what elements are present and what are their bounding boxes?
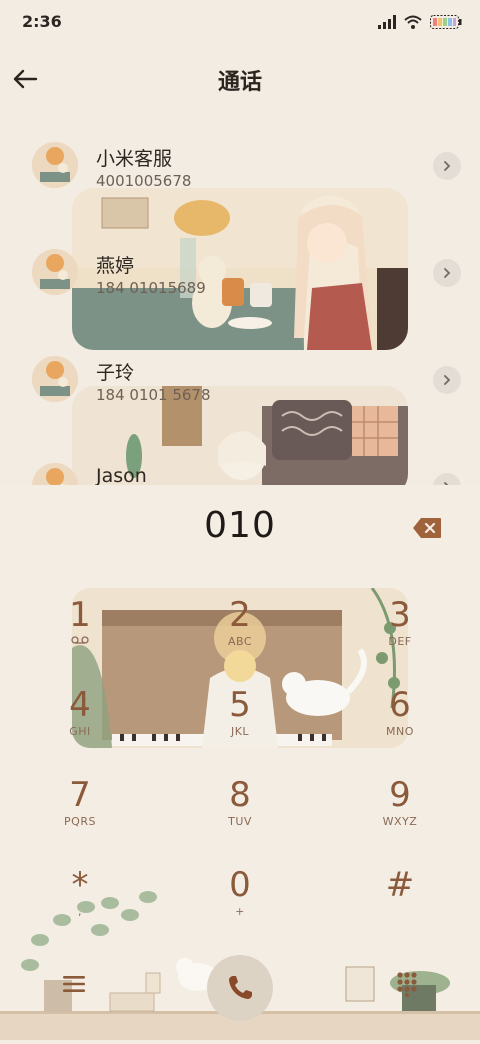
- key-letters: ABC: [227, 635, 253, 648]
- key-letters: JKL: [230, 725, 250, 738]
- header: 通话: [0, 52, 480, 108]
- avatar: [32, 356, 78, 402]
- key-digit: 6: [389, 685, 411, 725]
- page-title: 通话: [217, 70, 262, 95]
- contact-name: Jason: [96, 465, 147, 485]
- contact-number: 184 01015689: [96, 279, 206, 297]
- call-button[interactable]: [207, 955, 273, 1021]
- key-letters: MNO: [386, 725, 414, 738]
- key-letters: GHI: [69, 725, 91, 738]
- contact-number: 184 0101 5678: [96, 386, 211, 404]
- wifi-icon: [404, 15, 422, 29]
- dial-key-3[interactable]: 3 DEF: [340, 595, 460, 679]
- dial-key-8[interactable]: 8 TUV: [180, 775, 300, 859]
- detail-button[interactable]: [433, 473, 461, 485]
- menu-icon[interactable]: [60, 973, 88, 995]
- key-letters: WXYZ: [382, 815, 418, 828]
- key-letters: DEF: [388, 635, 412, 648]
- chevron-right-icon: [444, 375, 451, 385]
- call-log-item[interactable]: 燕婷 184 01015689: [0, 227, 480, 334]
- key-digit: 4: [69, 685, 91, 725]
- call-log-item[interactable]: 子玲 184 0101 5678: [0, 334, 480, 441]
- avatar: [32, 249, 78, 295]
- contact-number: 4001005678: [96, 172, 192, 190]
- dial-key-9[interactable]: 9 WXYZ: [340, 775, 460, 859]
- key-digit: 3: [389, 595, 411, 635]
- dial-key-5[interactable]: 5 JKL: [180, 685, 300, 769]
- signal-icon: [378, 15, 396, 29]
- dialpad-icon[interactable]: [395, 971, 419, 997]
- status-icons: [378, 14, 462, 30]
- dial-key-6[interactable]: 6 MNO: [340, 685, 460, 769]
- key-letters: PQRS: [64, 815, 96, 828]
- call-log-list[interactable]: 小米客服 4001005678 燕婷 184 01015689 子玲 184 0…: [0, 120, 480, 485]
- phone-icon: [229, 976, 252, 999]
- status-bar: 2:36: [0, 0, 480, 44]
- call-log-item[interactable]: 小米客服 4001005678: [0, 120, 480, 227]
- battery-icon: [430, 15, 462, 29]
- dial-input[interactable]: 010: [0, 505, 480, 546]
- detail-button[interactable]: [433, 152, 461, 180]
- key-digit: 8: [229, 775, 251, 815]
- dialer-panel: 010 1 2 ABC 3 DEF 4 GHI 5 JKL 6 MNO 7 PQ…: [0, 485, 480, 1040]
- contact-name: 燕婷: [96, 255, 135, 277]
- dial-key-4[interactable]: 4 GHI: [20, 685, 140, 769]
- detail-button[interactable]: [433, 259, 461, 287]
- contact-name: 小米客服: [96, 148, 173, 170]
- avatar: [32, 463, 78, 485]
- avatar: [32, 142, 78, 188]
- status-time: 2:36: [22, 12, 62, 31]
- chevron-right-icon: [444, 161, 451, 171]
- call-log-item[interactable]: Jason: [0, 441, 480, 485]
- key-digit: 9: [389, 775, 411, 815]
- key-digit: 2: [229, 595, 251, 635]
- contact-name: 子玲: [96, 362, 135, 384]
- key-letters: TUV: [228, 815, 252, 828]
- dial-key-2[interactable]: 2 ABC: [180, 595, 300, 679]
- key-digit: 5: [229, 685, 251, 725]
- voicemail-icon: [20, 635, 140, 649]
- detail-button[interactable]: [433, 366, 461, 394]
- key-digit: 1: [69, 595, 91, 635]
- dial-key-1[interactable]: 1: [20, 595, 140, 679]
- chevron-right-icon: [444, 268, 451, 278]
- backspace-icon[interactable]: [412, 517, 442, 539]
- dial-key-7[interactable]: 7 PQRS: [20, 775, 140, 859]
- key-digit: 7: [69, 775, 91, 815]
